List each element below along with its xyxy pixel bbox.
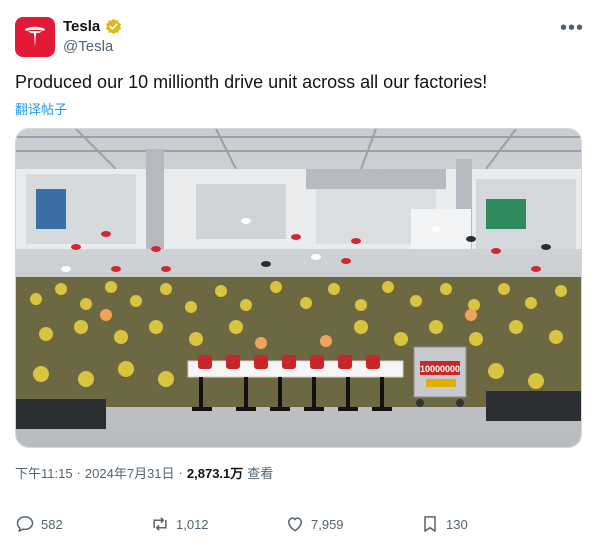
author-name-row: Tesla <box>63 18 122 35</box>
reply-icon <box>16 516 34 532</box>
like-count: 7,959 <box>311 516 344 532</box>
views-count: 2,873.1万 <box>186 466 244 481</box>
translate-post-link[interactable]: 翻译帖子 <box>15 99 67 118</box>
more-icon[interactable]: ••• <box>560 17 584 40</box>
bookmark-count: 130 <box>446 516 468 532</box>
repost-icon <box>153 517 167 531</box>
avatar[interactable] <box>15 17 55 57</box>
action-bar: 582 1,012 7,959 130 <box>15 510 585 538</box>
views-label: 查看 <box>247 466 274 481</box>
bookmark-icon <box>424 516 436 532</box>
image-sign-text: 10000000 <box>420 364 460 374</box>
author-handle[interactable]: @Tesla <box>63 38 113 55</box>
heart-icon <box>288 517 302 532</box>
bookmark-button[interactable]: 130 <box>420 514 530 534</box>
meta-separator: · <box>76 465 81 480</box>
post-date[interactable]: 2024年7月31日 <box>85 463 175 482</box>
verified-badge-icon <box>106 18 122 35</box>
repost-count: 1,012 <box>176 516 209 532</box>
post-time[interactable]: 下午11:15 <box>15 463 73 482</box>
meta-separator: · <box>178 465 183 480</box>
reply-count: 582 <box>41 516 63 532</box>
post-image[interactable]: 10000000 <box>15 128 582 448</box>
like-button[interactable]: 7,959 <box>285 514 420 534</box>
post-meta: 下午11:15 · 2024年7月31日 · 2,873.1万 查看 <box>15 463 273 482</box>
repost-button[interactable]: 1,012 <box>150 514 285 534</box>
author-name[interactable]: Tesla <box>63 18 100 35</box>
reply-button[interactable]: 582 <box>15 514 150 534</box>
tesla-logo-icon <box>25 26 45 47</box>
post-text: Produced our 10 millionth drive unit acr… <box>15 72 488 92</box>
